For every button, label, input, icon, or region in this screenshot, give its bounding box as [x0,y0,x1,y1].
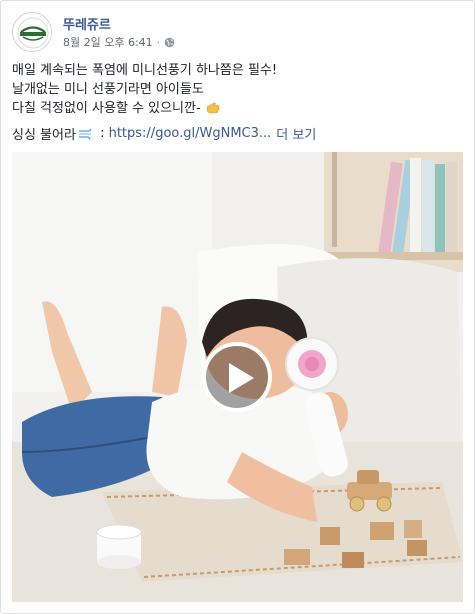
post-url-link[interactable]: https://goo.gl/WgNMC3... [109,126,272,141]
post-text: 매일 계속되는 폭염에 미니선풍기 하나쯤은 필수! 날개없는 미니 선풍기라면… [12,62,462,119]
video-player[interactable] [12,152,463,602]
post-timestamp[interactable]: 8월 2일 오후 6:41 [63,34,153,50]
link-prefix-text: 싱싱 불어라 [12,128,76,143]
post-text-line-1: 매일 계속되는 폭염에 미니선풍기 하나쯤은 필수! [12,63,278,78]
post-text-line-3: 다칠 걱정없이 사용할 수 있으니깐- [12,99,462,119]
meta-separator: · [156,35,161,49]
brand-logo-icon [14,14,51,51]
globe-icon[interactable] [164,37,175,48]
post-header: 뚜레쥬르 8월 2일 오후 6:41 · [12,12,452,54]
play-button[interactable] [202,342,272,412]
wind-blowing-icon [78,128,92,140]
post-meta: 8월 2일 오후 6:41 · [63,34,175,50]
post-card: 뚜레쥬르 8월 2일 오후 6:41 · 매일 계속되는 폭염에 미니선풍기 하… [0,0,475,614]
page-name-link[interactable]: 뚜레쥬르 [63,14,111,33]
see-more-link[interactable]: 더 보기 [276,124,316,143]
post-link-line: 싱싱 불어라 : https://goo.gl/WgNMC3... 더 보기 [12,124,316,143]
post-text-line-3-content: 다칠 걱정없이 사용할 수 있으니깐- [12,101,201,116]
play-icon [229,363,254,393]
page-avatar[interactable] [12,12,52,52]
post-text-line-2: 날개없는 미니 선풍기라면 아이들도 [12,81,204,97]
link-colon: : [95,126,109,141]
pointing-hand-icon [206,102,219,114]
